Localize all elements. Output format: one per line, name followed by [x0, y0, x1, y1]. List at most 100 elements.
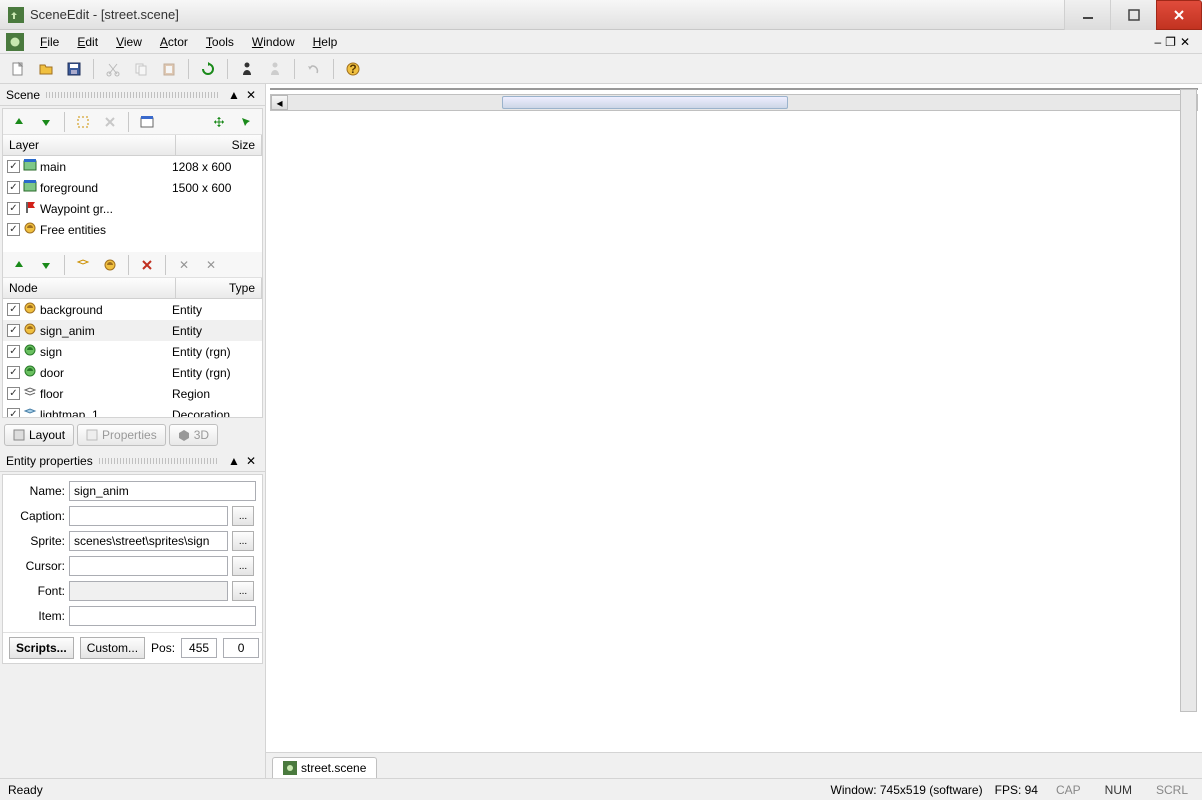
type-col-header[interactable]: Type	[176, 278, 262, 298]
menu-window[interactable]: Window	[244, 32, 303, 52]
pos-x-input[interactable]	[181, 638, 217, 658]
sprite-input[interactable]	[69, 531, 228, 551]
font-input[interactable]	[69, 581, 228, 601]
layer-add-button[interactable]	[71, 110, 95, 134]
minimize-button[interactable]	[1064, 0, 1110, 30]
collapse-icon[interactable]: ▲	[225, 88, 243, 102]
mdi-restore-button[interactable]: ❐	[1165, 35, 1176, 49]
tab-properties[interactable]: Properties	[77, 424, 166, 446]
layer-down-button[interactable]	[34, 110, 58, 134]
layer-props-button[interactable]	[135, 110, 159, 134]
mdi-minimize-button[interactable]: –	[1154, 35, 1161, 49]
scroll-left-button[interactable]: ◂	[271, 95, 288, 110]
node-up-button[interactable]	[7, 253, 31, 277]
scene-panel: Scene ▲ ✕	[0, 84, 265, 450]
cursor-input[interactable]	[69, 556, 228, 576]
node-col-header[interactable]: Node	[3, 278, 176, 298]
menu-view[interactable]: View	[108, 32, 150, 52]
cursor-browse-button[interactable]: ...	[232, 556, 254, 576]
scroll-thumb[interactable]	[502, 96, 787, 109]
refresh-button[interactable]	[196, 57, 220, 81]
node-checkbox[interactable]: ✓	[7, 345, 20, 358]
item-input[interactable]	[69, 606, 256, 626]
font-browse-button[interactable]: ...	[232, 581, 254, 601]
menu-edit[interactable]: Edit	[69, 32, 106, 52]
sprite-browse-button[interactable]: ...	[232, 531, 254, 551]
layer-up-button[interactable]	[7, 110, 31, 134]
pos-label: Pos:	[151, 641, 175, 655]
menu-file[interactable]: File	[32, 32, 67, 52]
node-dim2-button[interactable]: ✕	[199, 253, 223, 277]
node-checkbox[interactable]: ✓	[7, 408, 20, 418]
paste-button[interactable]	[157, 57, 181, 81]
vertical-scrollbar[interactable]	[1180, 89, 1197, 712]
layer-checkbox[interactable]: ✓	[7, 181, 20, 194]
main-toolbar: ?	[0, 54, 1202, 84]
layer-row[interactable]: ✓ main 1208 x 600	[3, 156, 262, 177]
scene-viewport[interactable]: WME RECRUITMENT CENTER 90%	[270, 88, 1198, 90]
layer-checkbox[interactable]: ✓	[7, 160, 20, 173]
layer-checkbox[interactable]: ✓	[7, 202, 20, 215]
cut-button[interactable]	[101, 57, 125, 81]
font-label: Font:	[9, 584, 65, 598]
node-row[interactable]: ✓ sign Entity (rgn)	[3, 341, 262, 362]
close-panel-icon[interactable]: ✕	[243, 88, 259, 102]
layer-row[interactable]: ✓ Waypoint gr...	[3, 198, 262, 219]
pos-y-input[interactable]	[223, 638, 259, 658]
custom-button[interactable]: Custom...	[80, 637, 145, 659]
menu-help[interactable]: Help	[305, 32, 346, 52]
status-cap: CAP	[1050, 783, 1087, 797]
tab-3d[interactable]: 3D	[169, 424, 218, 446]
add-region-button[interactable]	[71, 253, 95, 277]
layer-checkbox[interactable]: ✓	[7, 223, 20, 236]
name-input[interactable]	[69, 481, 256, 501]
actor-disabled-button[interactable]	[263, 57, 287, 81]
props-close-icon[interactable]: ✕	[243, 454, 259, 468]
close-button[interactable]	[1156, 0, 1202, 30]
layer-col-header[interactable]: Layer	[3, 135, 176, 155]
size-col-header[interactable]: Size	[176, 135, 262, 155]
node-row[interactable]: ✓ lightmap_1 Decoration	[3, 404, 262, 418]
add-entity-button[interactable]	[98, 253, 122, 277]
layer-name: Waypoint gr...	[40, 202, 113, 216]
copy-button[interactable]	[129, 57, 153, 81]
node-checkbox[interactable]: ✓	[7, 324, 20, 337]
props-collapse-icon[interactable]: ▲	[225, 454, 243, 468]
layer-size: 1208 x 600	[172, 160, 258, 174]
undo-button[interactable]	[302, 57, 326, 81]
horizontal-scrollbar[interactable]: ◂ ▸	[270, 94, 1198, 111]
help-button[interactable]: ?	[341, 57, 365, 81]
node-name: door	[40, 366, 64, 380]
save-button[interactable]	[62, 57, 86, 81]
caption-browse-button[interactable]: ...	[232, 506, 254, 526]
menu-tools[interactable]: Tools	[198, 32, 242, 52]
layer-row[interactable]: ✓ foreground 1500 x 600	[3, 177, 262, 198]
node-checkbox[interactable]: ✓	[7, 303, 20, 316]
layer-pointer-button[interactable]	[234, 110, 258, 134]
scripts-button[interactable]: Scripts...	[9, 637, 74, 659]
tab-layout[interactable]: Layout	[4, 424, 74, 446]
node-delete-button[interactable]	[135, 253, 159, 277]
node-down-button[interactable]	[34, 253, 58, 277]
open-button[interactable]	[34, 57, 58, 81]
node-row[interactable]: ✓ door Entity (rgn)	[3, 362, 262, 383]
node-dim1-button[interactable]: ✕	[172, 253, 196, 277]
layer-delete-button[interactable]	[98, 110, 122, 134]
mdi-close-button[interactable]: ✕	[1180, 35, 1190, 49]
actor-button[interactable]	[235, 57, 259, 81]
menu-actor[interactable]: Actor	[152, 32, 196, 52]
flag-icon	[23, 200, 37, 217]
node-row[interactable]: ✓ floor Region	[3, 383, 262, 404]
maximize-button[interactable]	[1110, 0, 1156, 30]
layer-size: 1500 x 600	[172, 181, 258, 195]
new-button[interactable]	[6, 57, 30, 81]
doc-tab-street[interactable]: street.scene	[272, 757, 377, 778]
caption-input[interactable]	[69, 506, 228, 526]
layer-move-button[interactable]	[207, 110, 231, 134]
node-row[interactable]: ✓ background Entity	[3, 299, 262, 320]
node-row[interactable]: ✓ sign_anim Entity	[3, 320, 262, 341]
node-checkbox[interactable]: ✓	[7, 387, 20, 400]
layer-row[interactable]: ✓ Free entities	[3, 219, 262, 240]
node-checkbox[interactable]: ✓	[7, 366, 20, 379]
node-type: Entity (rgn)	[172, 366, 258, 380]
